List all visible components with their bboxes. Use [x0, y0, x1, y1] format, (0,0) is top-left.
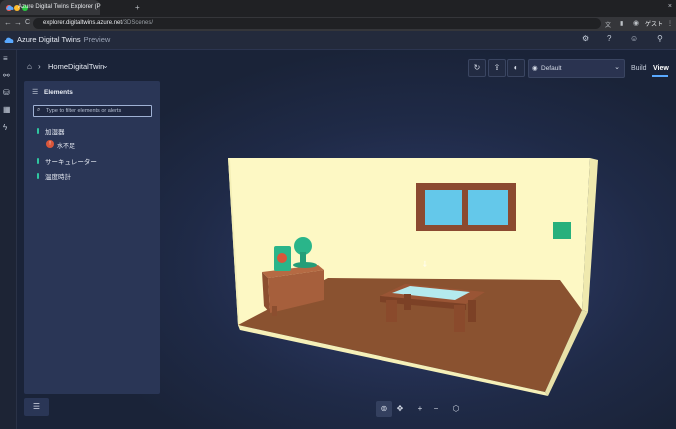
status-indicator: [37, 128, 39, 134]
app-header: Azure Digital Twins Preview ⚙ ? ☺ ⚲: [0, 31, 676, 50]
scene-select-value: Default: [541, 65, 562, 72]
elements-panel-toggle-button[interactable]: ☰: [24, 398, 49, 416]
tab-view[interactable]: View: [653, 65, 669, 72]
list-icon: ☰: [32, 402, 41, 411]
panel-title: Elements: [44, 89, 73, 96]
url-host: explorer.digitaltwins.azure.net: [43, 20, 123, 26]
settings-icon[interactable]: ⚙: [582, 34, 589, 43]
theme-button[interactable]: ◐: [507, 59, 525, 77]
reload-button[interactable]: C: [25, 19, 30, 26]
alert-icon: !: [46, 140, 54, 148]
azure-cloud-icon: [4, 37, 14, 43]
sidebar-icon[interactable]: ▮: [620, 20, 623, 27]
status-indicator: [37, 173, 39, 179]
chevron-down-icon: ⌄: [614, 64, 620, 71]
refresh-button[interactable]: ↻: [468, 59, 486, 77]
move-icon: ✥: [396, 404, 404, 413]
address-bar[interactable]: explorer.digitaltwins.azure.net/3DScenes…: [33, 18, 601, 29]
url-text: explorer.digitaltwins.azure.net/3DScenes…: [43, 20, 153, 26]
back-button[interactable]: ←: [4, 18, 12, 27]
filter-box[interactable]: ⌕: [33, 105, 152, 117]
tab-close-icon[interactable]: ×: [668, 3, 672, 10]
browser-tab-strip: Azure Digital Twins Explorer (P × +: [0, 0, 676, 17]
zoom-out-button[interactable]: −: [428, 401, 444, 417]
elements-panel: ☰ Elements ⌕ 加湿器 ! 水不足 サーキュレーター 温度時計: [24, 81, 160, 394]
more-menu-icon[interactable]: ⋮: [667, 20, 673, 27]
models-icon[interactable]: ⛁: [3, 88, 10, 97]
app-title-text: Azure Digital Twins: [17, 35, 81, 44]
orbit-button[interactable]: ⊚: [376, 401, 392, 417]
tab-build[interactable]: Build: [631, 65, 647, 72]
graph-icon[interactable]: ⚯: [3, 71, 10, 80]
active-tab-indicator: [652, 75, 668, 77]
reset-camera-button[interactable]: ⬡: [448, 401, 464, 417]
alert-label: 水不足: [57, 144, 76, 150]
new-tab-button[interactable]: +: [135, 3, 140, 12]
palette-icon: ◐: [513, 63, 519, 72]
scene-layer-select[interactable]: ◉ Default ⌄: [528, 59, 625, 78]
lightning-icon[interactable]: ϟ: [3, 123, 7, 132]
element-label: 温度時計: [45, 174, 71, 181]
url-path: /3DScenes/: [122, 20, 154, 26]
profile-icon[interactable]: ◉: [633, 19, 639, 27]
preview-badge: Preview: [83, 35, 111, 44]
plus-icon: +: [417, 404, 423, 413]
pan-button[interactable]: ✥: [392, 401, 408, 417]
share-button[interactable]: ⇪: [488, 59, 506, 77]
eye-icon: ◉: [532, 65, 538, 72]
orbit-icon: ⊚: [380, 404, 388, 413]
home-icon[interactable]: ⌂: [27, 62, 32, 71]
app-title: Azure Digital Twins Preview: [17, 35, 110, 44]
mouse-cursor-icon: ⸸: [423, 260, 427, 269]
forward-button[interactable]: →: [14, 18, 22, 27]
profile-label[interactable]: ゲスト: [645, 19, 663, 28]
left-nav-rail: ≡ ⚯ ⛁ ▦ ϟ: [0, 50, 17, 429]
scenes-icon[interactable]: ▦: [3, 105, 11, 114]
list-icon: ☰: [32, 89, 39, 96]
element-label: 加湿器: [45, 129, 65, 136]
help-icon[interactable]: ?: [607, 34, 611, 43]
status-indicator: [37, 158, 39, 164]
tab-title: Azure Digital Twins Explorer (P: [18, 4, 101, 10]
zoom-in-button[interactable]: +: [412, 401, 428, 417]
account-icon[interactable]: ⚲: [657, 34, 663, 43]
filter-input[interactable]: [46, 106, 146, 116]
element-label: サーキュレーター: [45, 159, 97, 166]
breadcrumb-separator-icon: ›: [38, 62, 41, 71]
breadcrumb-twin-name[interactable]: HomeDigitalTwin: [48, 62, 104, 71]
refresh-icon: ↻: [473, 63, 481, 72]
minus-icon: −: [433, 404, 439, 413]
translate-icon[interactable]: 文: [605, 20, 611, 29]
azure-favicon-icon: [6, 5, 14, 10]
search-icon: ⌕: [37, 107, 41, 113]
cube-icon: ⬡: [452, 404, 460, 413]
camera-controls: ⊚ ✥ + − ⬡: [374, 401, 467, 419]
share-icon: ⇪: [493, 63, 501, 72]
browser-toolbar: ← → C explorer.digitaltwins.azure.net/3D…: [0, 17, 676, 31]
feedback-icon[interactable]: ☺: [630, 34, 638, 43]
chevron-down-icon[interactable]: ⌄: [102, 61, 109, 70]
menu-icon[interactable]: ≡: [3, 54, 8, 63]
